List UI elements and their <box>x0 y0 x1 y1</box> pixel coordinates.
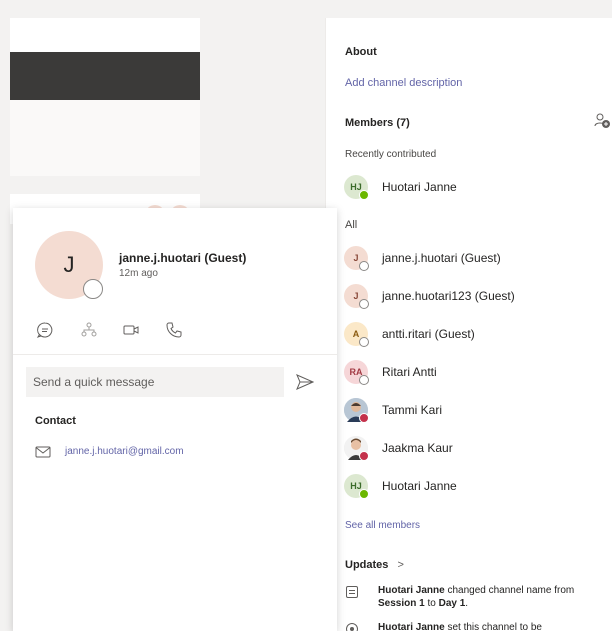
conversation-card-header <box>10 52 200 100</box>
member-item-janne-huotari123[interactable]: J janne.huotari123 (Guest) <box>344 284 604 310</box>
contact-name: janne.j.huotari (Guest) <box>119 251 247 265</box>
contact-card-popup: J janne.j.huotari (Guest) 12m ago Send a… <box>13 208 337 631</box>
member-name: Ritari Antti <box>382 365 437 379</box>
member-name: janne.j.huotari (Guest) <box>382 251 501 265</box>
member-item-huotari-janne[interactable]: HJ Huotari Janne <box>344 474 604 500</box>
status-offline-icon <box>359 337 369 347</box>
send-icon[interactable] <box>294 372 316 392</box>
conversation-card <box>10 18 200 176</box>
members-heading: Members (7) <box>345 117 410 129</box>
settings-update-icon <box>346 623 358 631</box>
all-members-heading: All <box>345 219 358 231</box>
member-item-jaakma-kaur[interactable]: Jaakma Kaur <box>344 436 604 462</box>
status-busy-icon <box>359 451 369 461</box>
status-available-icon <box>359 190 369 200</box>
update-item: Huotari Janne set this channel to be <box>378 622 542 631</box>
contact-email-link[interactable]: janne.j.huotari@gmail.com <box>65 446 184 457</box>
conversation-card-body <box>10 100 200 176</box>
channel-update-icon <box>346 586 358 598</box>
video-call-icon[interactable] <box>119 318 143 342</box>
chat-icon[interactable] <box>33 318 57 342</box>
channel-info-panel: About Add channel description Members (7… <box>325 18 612 631</box>
mail-icon <box>35 445 51 463</box>
member-name: Huotari Janne <box>382 479 457 493</box>
status-available-icon <box>359 489 369 499</box>
status-offline-icon <box>359 261 369 271</box>
quick-message-input[interactable] <box>26 367 284 397</box>
member-item-huotari-janne-recent[interactable]: HJ Huotari Janne <box>344 175 604 201</box>
divider <box>13 354 337 355</box>
member-item-ritari-antti[interactable]: RA Ritari Antti <box>344 360 604 386</box>
phone-call-icon[interactable] <box>162 318 186 342</box>
status-offline-icon <box>83 279 103 299</box>
status-offline-icon <box>359 375 369 385</box>
recently-contributed-heading: Recently contributed <box>345 149 437 160</box>
updates-heading-label: Updates <box>345 559 389 571</box>
see-all-members-link[interactable]: See all members <box>345 520 420 531</box>
add-channel-description-link[interactable]: Add channel description <box>345 77 462 89</box>
contact-heading: Contact <box>35 415 76 427</box>
status-busy-icon <box>359 413 369 423</box>
member-item-tammi-kari[interactable]: Tammi Kari <box>344 398 604 424</box>
member-name: Jaakma Kaur <box>382 441 453 455</box>
last-seen-text: 12m ago <box>119 268 158 279</box>
status-offline-icon <box>359 299 369 309</box>
update-item: Huotari Janne changed channel name from … <box>378 585 575 609</box>
member-name: janne.huotari123 (Guest) <box>382 289 515 303</box>
updates-heading[interactable]: Updates > <box>345 559 404 571</box>
member-item-antti-ritari[interactable]: A antti.ritari (Guest) <box>344 322 604 348</box>
about-heading: About <box>345 46 377 58</box>
chevron-right-icon: > <box>397 559 404 571</box>
member-name: Huotari Janne <box>382 180 457 194</box>
add-member-icon[interactable] <box>594 112 612 135</box>
member-name: antti.ritari (Guest) <box>382 327 475 341</box>
org-chart-icon[interactable] <box>77 318 101 342</box>
member-name: Tammi Kari <box>382 403 443 417</box>
member-item-janne-j-huotari[interactable]: J janne.j.huotari (Guest) <box>344 246 604 272</box>
